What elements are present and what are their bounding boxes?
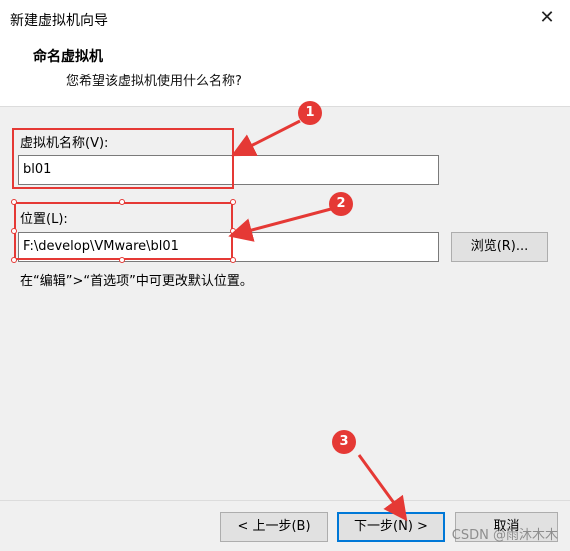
annotation-arrows bbox=[228, 119, 408, 522]
annotation-badge-1: 1 bbox=[298, 101, 322, 125]
arrow-3 bbox=[357, 454, 408, 522]
annotation-badge-2: 2 bbox=[329, 192, 353, 216]
annotation-badge-3: 3 bbox=[332, 430, 356, 454]
watermark: CSDN @雨沐木木 bbox=[451, 528, 558, 543]
arrow-2 bbox=[228, 207, 332, 242]
arrow-1 bbox=[230, 119, 301, 157]
